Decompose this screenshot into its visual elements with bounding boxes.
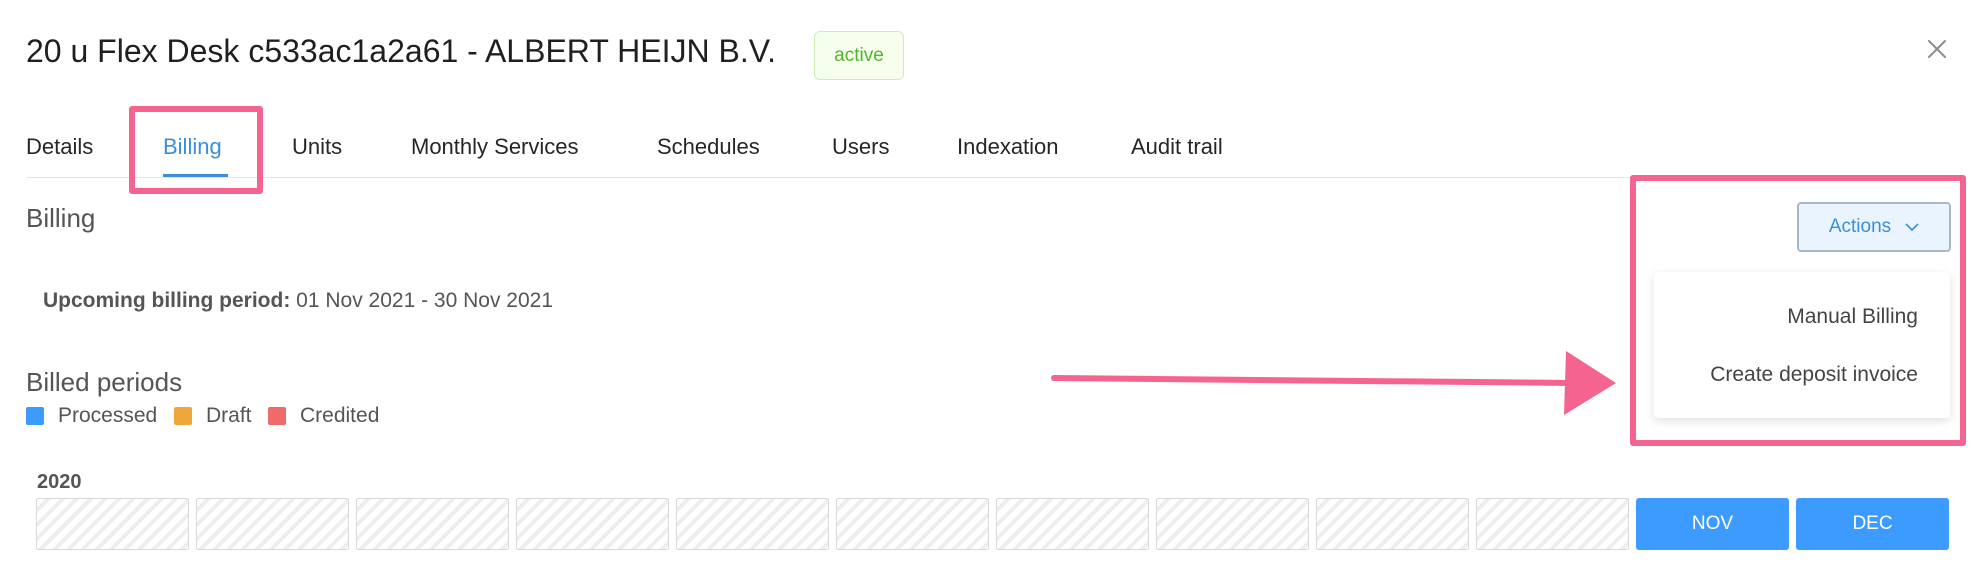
month-cell-disabled <box>196 498 349 550</box>
month-cell-disabled <box>1316 498 1469 550</box>
legend-label: Draft <box>206 404 252 427</box>
month-cell-disabled <box>836 498 989 550</box>
annotation-arrow-icon <box>1050 345 1620 422</box>
month-nov-button[interactable]: NOV <box>1636 498 1789 550</box>
month-cell-disabled <box>516 498 669 550</box>
tab-indexation[interactable]: Indexation <box>957 134 1059 160</box>
month-dec-button[interactable]: DEC <box>1796 498 1949 550</box>
page-title: 20 u Flex Desk c533ac1a2a61 - ALBERT HEI… <box>26 33 777 69</box>
legend-label: Credited <box>300 404 380 427</box>
tab-details[interactable]: Details <box>26 134 93 160</box>
upcoming-billing-label: Upcoming billing period: <box>43 289 291 312</box>
month-cell-disabled <box>356 498 509 550</box>
status-badge: active <box>814 31 904 80</box>
year-label: 2020 <box>37 471 82 493</box>
month-cell-disabled <box>1156 498 1309 550</box>
month-cell-disabled <box>996 498 1149 550</box>
tab-schedules[interactable]: Schedules <box>657 134 760 160</box>
upcoming-billing-value: 01 Nov 2021 - 30 Nov 2021 <box>296 289 554 312</box>
upcoming-billing-period: Upcoming billing period: 01 Nov 2021 - 3… <box>43 289 553 313</box>
tab-monthly-services[interactable]: Monthly Services <box>411 134 579 160</box>
close-icon[interactable] <box>1926 38 1948 60</box>
legend-credited: Credited <box>268 404 379 428</box>
credited-swatch <box>268 407 286 425</box>
draft-swatch <box>174 407 192 425</box>
legend-processed: Processed <box>26 404 157 428</box>
legend-draft: Draft <box>174 404 252 428</box>
month-cell-disabled <box>36 498 189 550</box>
month-cell-disabled <box>1476 498 1629 550</box>
highlight-actions-menu <box>1630 175 1966 446</box>
tab-audit-trail[interactable]: Audit trail <box>1131 134 1223 160</box>
billed-periods-title: Billed periods <box>26 367 183 397</box>
legend-label: Processed <box>58 404 158 427</box>
highlight-billing-tab <box>129 106 263 194</box>
processed-swatch <box>26 407 44 425</box>
tab-units[interactable]: Units <box>292 134 342 160</box>
billing-section-title: Billing <box>26 203 96 233</box>
month-cell-disabled <box>676 498 829 550</box>
tab-users[interactable]: Users <box>832 134 889 160</box>
